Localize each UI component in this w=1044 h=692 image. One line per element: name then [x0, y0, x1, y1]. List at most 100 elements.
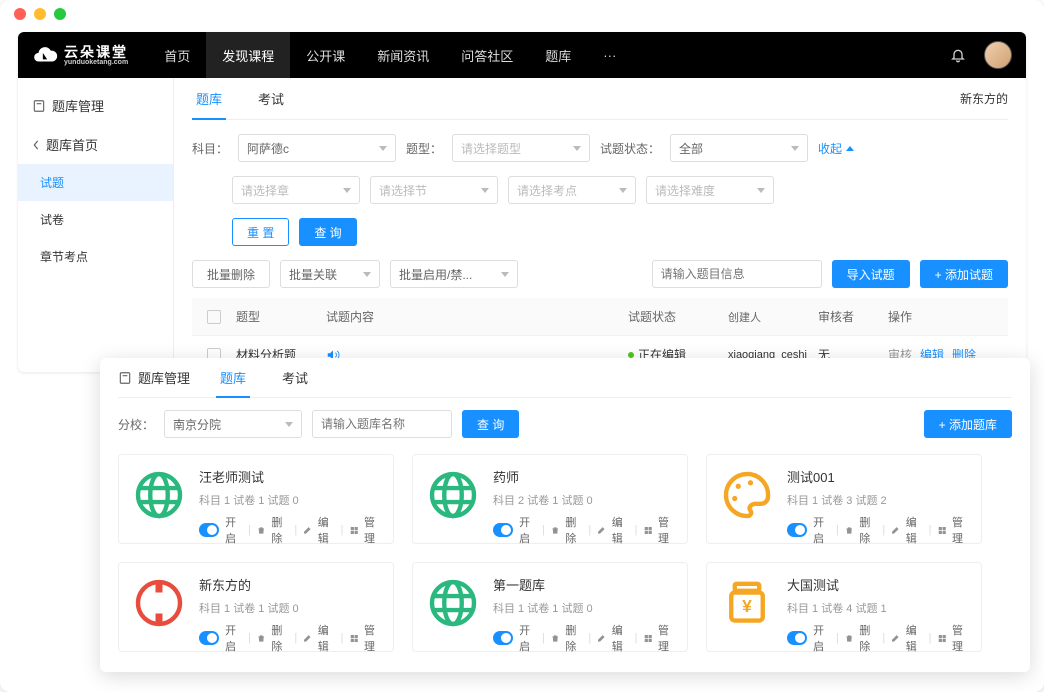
toggle-on[interactable]	[493, 631, 513, 645]
search-box[interactable]	[652, 260, 822, 288]
card-icon	[719, 467, 775, 523]
mac-close[interactable]	[14, 8, 26, 20]
chevron-down-icon	[343, 188, 351, 193]
overlay-window: 题库管理 题库 考试 分校： 南京分院 查 询 + 添加题库 汪老师测试 科目 …	[100, 358, 1030, 672]
reset-button[interactable]: 重 置	[232, 218, 289, 246]
bank-card: 测试001 科目 1 试卷 3 试题 2 开启 | 删除 | 编辑 | 管理	[706, 454, 982, 544]
card-manage[interactable]: 管理	[364, 514, 381, 546]
card-manage[interactable]: 管理	[658, 622, 675, 654]
grid-icon	[350, 525, 358, 536]
table-head: 题型 试题内容 试题状态 创建人 审核者 操作	[192, 298, 1008, 336]
point-select[interactable]: 请选择考点	[508, 176, 636, 204]
type-select[interactable]: 请选择题型	[452, 134, 590, 162]
card-edit[interactable]: 编辑	[318, 514, 335, 546]
card-manage[interactable]: 管理	[952, 622, 969, 654]
checkbox-all[interactable]	[207, 310, 221, 324]
branch-label: 分校：	[118, 416, 154, 433]
bank-search-input[interactable]	[312, 410, 452, 438]
card-icon	[425, 575, 481, 631]
card-edit[interactable]: 编辑	[612, 514, 629, 546]
status-select[interactable]: 全部	[670, 134, 808, 162]
avatar[interactable]	[984, 41, 1012, 69]
nav-item[interactable]: 题库	[529, 32, 587, 78]
edit-icon	[303, 525, 311, 536]
topnav: 云朵课堂 yunduoketang.com 首页发现课程公开课新闻资讯问答社区题…	[18, 32, 1026, 78]
nav-item[interactable]: 问答社区	[445, 32, 529, 78]
toggle-on[interactable]	[787, 631, 807, 645]
sidebar-item[interactable]: 章节考点	[18, 238, 173, 275]
bulk-toggle-select[interactable]: 批量启用/禁...	[390, 260, 518, 288]
bank-card: 第一题库 科目 1 试卷 1 试题 0 开启 | 删除 | 编辑 | 管理	[412, 562, 688, 652]
nav-item[interactable]: 新闻资讯	[361, 32, 445, 78]
chevron-down-icon	[791, 146, 799, 151]
add-question-button[interactable]: + 添加试题	[920, 260, 1008, 288]
card-delete[interactable]: 删除	[859, 622, 876, 654]
nav-item[interactable]: ···	[587, 32, 632, 78]
card-edit[interactable]: 编辑	[906, 622, 923, 654]
nav-item[interactable]: 公开课	[290, 32, 361, 78]
import-button[interactable]: 导入试题	[832, 260, 910, 288]
card-title: 大国测试	[787, 575, 969, 594]
card-title: 药师	[493, 467, 675, 486]
sidebar: 题库管理 题库首页 试题试卷章节考点	[18, 78, 174, 372]
logo[interactable]: 云朵课堂 yunduoketang.com	[32, 42, 128, 68]
toggle-on[interactable]	[199, 631, 219, 645]
subject-select[interactable]: 阿萨德c	[238, 134, 396, 162]
mac-minimize[interactable]	[34, 8, 46, 20]
card-manage[interactable]: 管理	[952, 514, 969, 546]
card-manage[interactable]: 管理	[364, 622, 381, 654]
col-ops: 操作	[888, 308, 1008, 325]
chevron-down-icon	[379, 146, 387, 151]
card-delete[interactable]: 删除	[565, 514, 582, 546]
section-select[interactable]: 请选择节	[370, 176, 498, 204]
nav-item[interactable]: 发现课程	[206, 32, 290, 78]
bell-icon[interactable]	[950, 47, 966, 63]
card-edit[interactable]: 编辑	[906, 514, 923, 546]
card-manage[interactable]: 管理	[658, 514, 675, 546]
card-delete[interactable]: 删除	[859, 514, 876, 546]
overlay-tab-exam[interactable]: 考试	[278, 358, 312, 397]
mac-maximize[interactable]	[54, 8, 66, 20]
nav-item[interactable]: 首页	[148, 32, 206, 78]
book-icon	[118, 371, 132, 385]
trash-icon	[845, 525, 853, 536]
search-input[interactable]	[661, 267, 816, 281]
collapse-link[interactable]: 收起	[818, 140, 854, 157]
sidebar-item[interactable]: 试卷	[18, 201, 173, 238]
chevron-down-icon	[757, 188, 765, 193]
toggle-on[interactable]	[199, 523, 219, 537]
card-edit[interactable]: 编辑	[318, 622, 335, 654]
toggle-on[interactable]	[493, 523, 513, 537]
overlay-title: 题库管理	[118, 368, 190, 387]
edit-icon	[597, 633, 605, 644]
type-label: 题型：	[406, 140, 442, 157]
overlay-query-button[interactable]: 查 询	[462, 410, 519, 438]
trash-icon	[551, 633, 559, 644]
tab-right-label: 新东方的	[960, 90, 1008, 107]
chapter-select[interactable]: 请选择章	[232, 176, 360, 204]
bulk-delete-button[interactable]: 批量删除	[192, 260, 270, 288]
query-button[interactable]: 查 询	[299, 218, 356, 246]
mac-window: 云朵课堂 yunduoketang.com 首页发现课程公开课新闻资讯问答社区题…	[0, 0, 1044, 692]
sidebar-back[interactable]: 题库首页	[18, 125, 173, 164]
card-meta: 科目 1 试卷 4 试题 1	[787, 600, 969, 616]
card-delete[interactable]: 删除	[271, 514, 288, 546]
grid-icon	[938, 525, 946, 536]
card-delete[interactable]: 删除	[565, 622, 582, 654]
tab-question-bank[interactable]: 题库	[192, 78, 226, 119]
difficulty-select[interactable]: 请选择难度	[646, 176, 774, 204]
edit-icon	[597, 525, 605, 536]
tab-exam[interactable]: 考试	[254, 78, 288, 119]
add-bank-button[interactable]: + 添加题库	[924, 410, 1012, 438]
sidebar-item[interactable]: 试题	[18, 164, 173, 201]
svg-text:¥: ¥	[742, 596, 752, 616]
logo-text: 云朵课堂	[64, 45, 128, 59]
bulk-relate-select[interactable]: 批量关联	[280, 260, 380, 288]
card-edit[interactable]: 编辑	[612, 622, 629, 654]
branch-select[interactable]: 南京分院	[164, 410, 302, 438]
overlay-tab-bank[interactable]: 题库	[216, 358, 250, 397]
card-delete[interactable]: 删除	[271, 622, 288, 654]
status-dot-green	[628, 352, 634, 358]
toggle-on[interactable]	[787, 523, 807, 537]
chevron-down-icon	[501, 272, 509, 277]
